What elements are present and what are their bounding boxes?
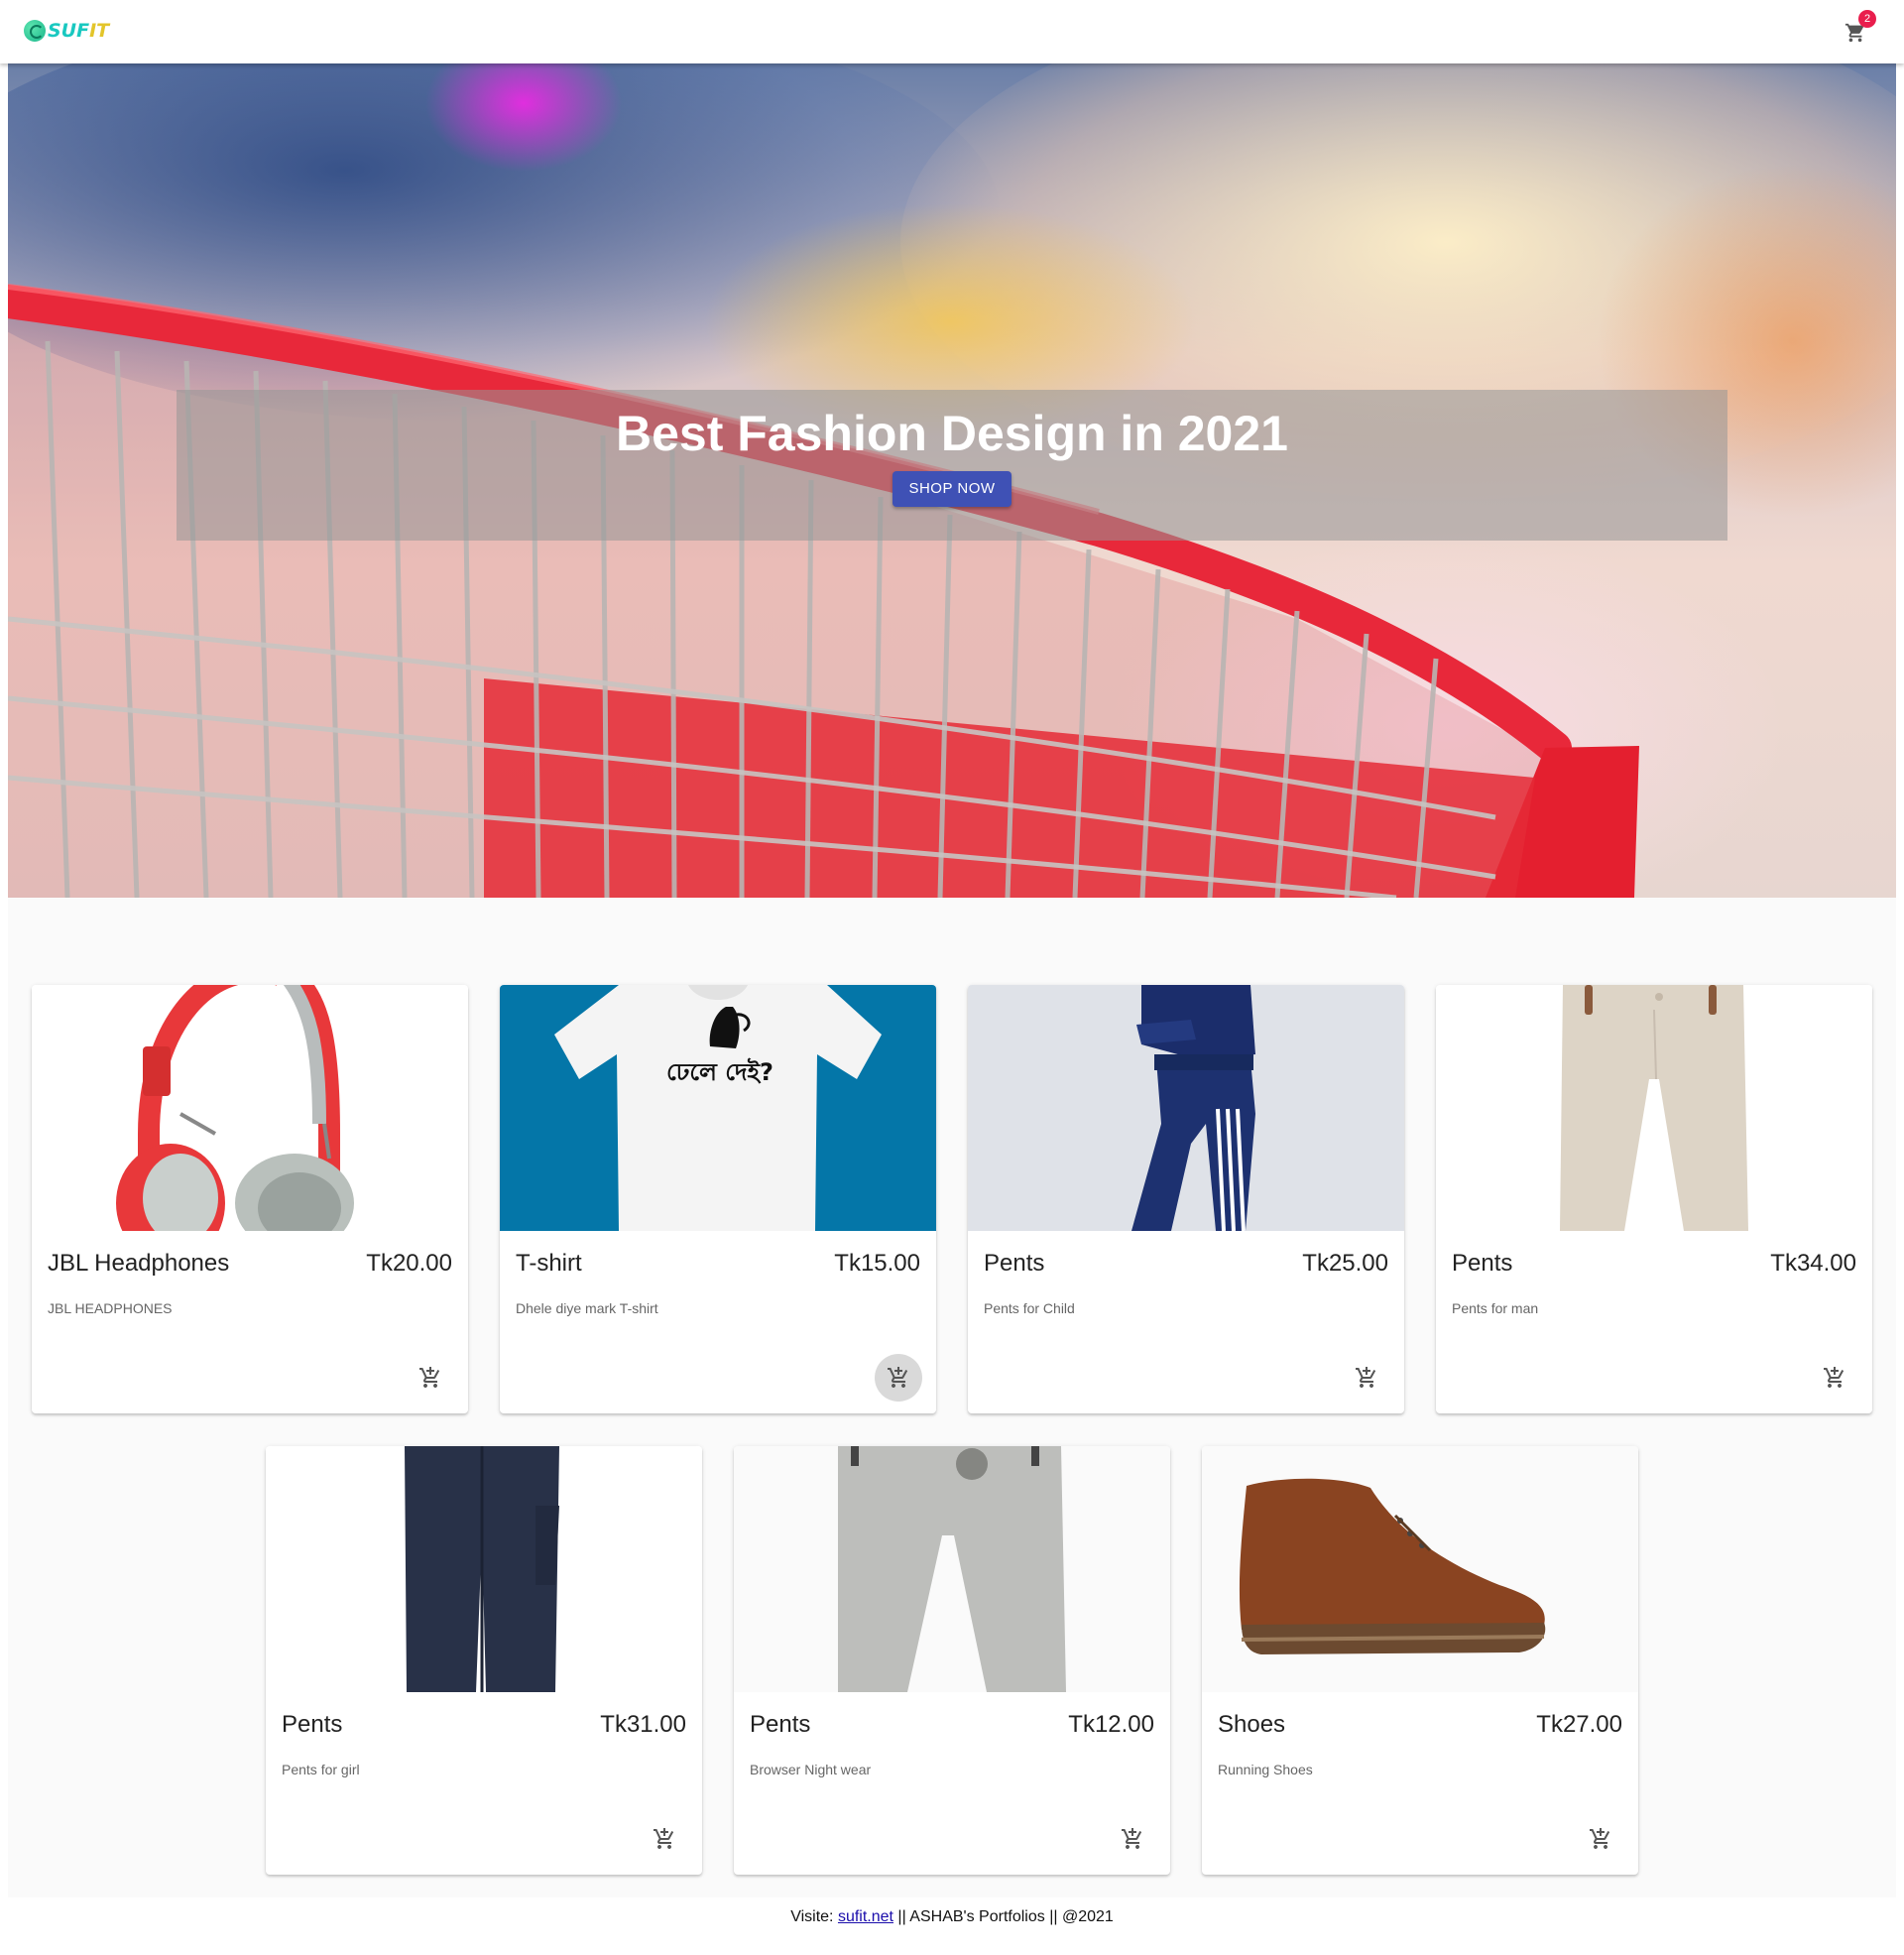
beige-pants-image: [1560, 985, 1748, 1231]
product-image: [32, 985, 468, 1231]
add-shopping-cart-icon: [888, 1367, 908, 1388]
footer: Visite: sufit.net || ASHAB's Portfolios …: [0, 1897, 1904, 1955]
hero-banner: Best Fashion Design in 2021 SHOP NOW: [8, 63, 1896, 898]
product-card: ঢেলে দেই? T-shirt Tk15.00 Dhele diye mar…: [500, 985, 936, 1413]
product-price: Tk31.00: [600, 1711, 686, 1738]
product-price: Tk27.00: [1536, 1711, 1622, 1738]
product-image: [266, 1446, 702, 1692]
add-shopping-cart-icon: [654, 1828, 674, 1849]
add-to-cart-button[interactable]: [641, 1815, 688, 1863]
product-image: ঢেলে দেই?: [500, 985, 936, 1231]
logo-text: SUFIT: [48, 20, 110, 42]
footer-suffix: || ASHAB's Portfolios || @2021: [892, 1908, 1114, 1925]
brown-boot-image: [1239, 1478, 1546, 1654]
brand-logo[interactable]: SUFIT: [24, 20, 109, 42]
product-name: Pents: [984, 1250, 1045, 1277]
headphones-image: [116, 985, 354, 1231]
product-card: Pents Tk31.00 Pents for girl: [266, 1446, 702, 1875]
product-price: Tk25.00: [1302, 1250, 1388, 1277]
add-to-cart-button[interactable]: [1343, 1354, 1390, 1402]
product-price: Tk34.00: [1770, 1250, 1856, 1277]
product-image: [734, 1446, 1170, 1692]
product-name: Shoes: [1218, 1711, 1286, 1738]
product-description: Pents for man: [1452, 1300, 1539, 1316]
product-description: Dhele diye mark T-shirt: [516, 1300, 658, 1316]
grey-joggers-image: [838, 1446, 1066, 1692]
footer-site-link[interactable]: sufit.net: [838, 1908, 893, 1925]
product-card: JBL Headphones Tk20.00 JBL HEADPHONES: [32, 985, 468, 1413]
product-image: [1202, 1446, 1638, 1692]
add-shopping-cart-icon: [1122, 1828, 1142, 1849]
add-to-cart-button[interactable]: [1811, 1354, 1858, 1402]
app-bar: SUFIT 2: [0, 0, 1904, 63]
product-name: T-shirt: [516, 1250, 582, 1277]
add-shopping-cart-icon: [419, 1367, 440, 1388]
add-shopping-cart-icon: [1590, 1828, 1610, 1849]
add-shopping-cart-icon: [1824, 1367, 1844, 1388]
product-card: Pents Tk12.00 Browser Night wear: [734, 1446, 1170, 1875]
tracksuit-image: [1131, 985, 1255, 1231]
product-name: JBL Headphones: [48, 1250, 230, 1277]
cart-count-badge: 2: [1858, 10, 1876, 28]
product-card: Shoes Tk27.00 Running Shoes: [1202, 1446, 1638, 1875]
product-description: Browser Night wear: [750, 1762, 872, 1777]
tshirt-image: [554, 985, 882, 1231]
tshirt-print-text: ঢেলে দেই?: [666, 1058, 774, 1086]
product-name: Pents: [1452, 1250, 1513, 1277]
hero-caption: Best Fashion Design in 2021 SHOP NOW: [177, 390, 1727, 541]
navy-pants-image: [405, 1446, 559, 1692]
product-name: Pents: [282, 1711, 343, 1738]
add-to-cart-button[interactable]: [875, 1354, 922, 1402]
product-image: [968, 985, 1404, 1231]
product-price: Tk15.00: [834, 1250, 920, 1277]
hero-title: Best Fashion Design in 2021: [616, 406, 1288, 461]
product-card: Pents Tk34.00 Pents for man: [1436, 985, 1872, 1413]
logo-icon: [24, 20, 46, 42]
product-description: Pents for girl: [282, 1762, 360, 1777]
cart-button[interactable]: 2: [1841, 10, 1876, 48]
add-to-cart-button[interactable]: [1109, 1815, 1156, 1863]
product-price: Tk12.00: [1068, 1711, 1154, 1738]
product-description: Pents for Child: [984, 1300, 1075, 1316]
product-price: Tk20.00: [366, 1250, 452, 1277]
product-grid: JBL Headphones Tk20.00 JBL HEADPHONES ঢে…: [8, 898, 1896, 1897]
product-name: Pents: [750, 1711, 811, 1738]
product-image: [1436, 985, 1872, 1231]
footer-prefix: Visite:: [790, 1908, 838, 1925]
product-description: JBL HEADPHONES: [48, 1300, 173, 1316]
shop-now-button[interactable]: SHOP NOW: [892, 471, 1012, 507]
product-card: Pents Tk25.00 Pents for Child: [968, 985, 1404, 1413]
add-to-cart-button[interactable]: [1577, 1815, 1624, 1863]
add-shopping-cart-icon: [1356, 1367, 1376, 1388]
product-description: Running Shoes: [1218, 1762, 1313, 1777]
add-to-cart-button[interactable]: [407, 1354, 454, 1402]
